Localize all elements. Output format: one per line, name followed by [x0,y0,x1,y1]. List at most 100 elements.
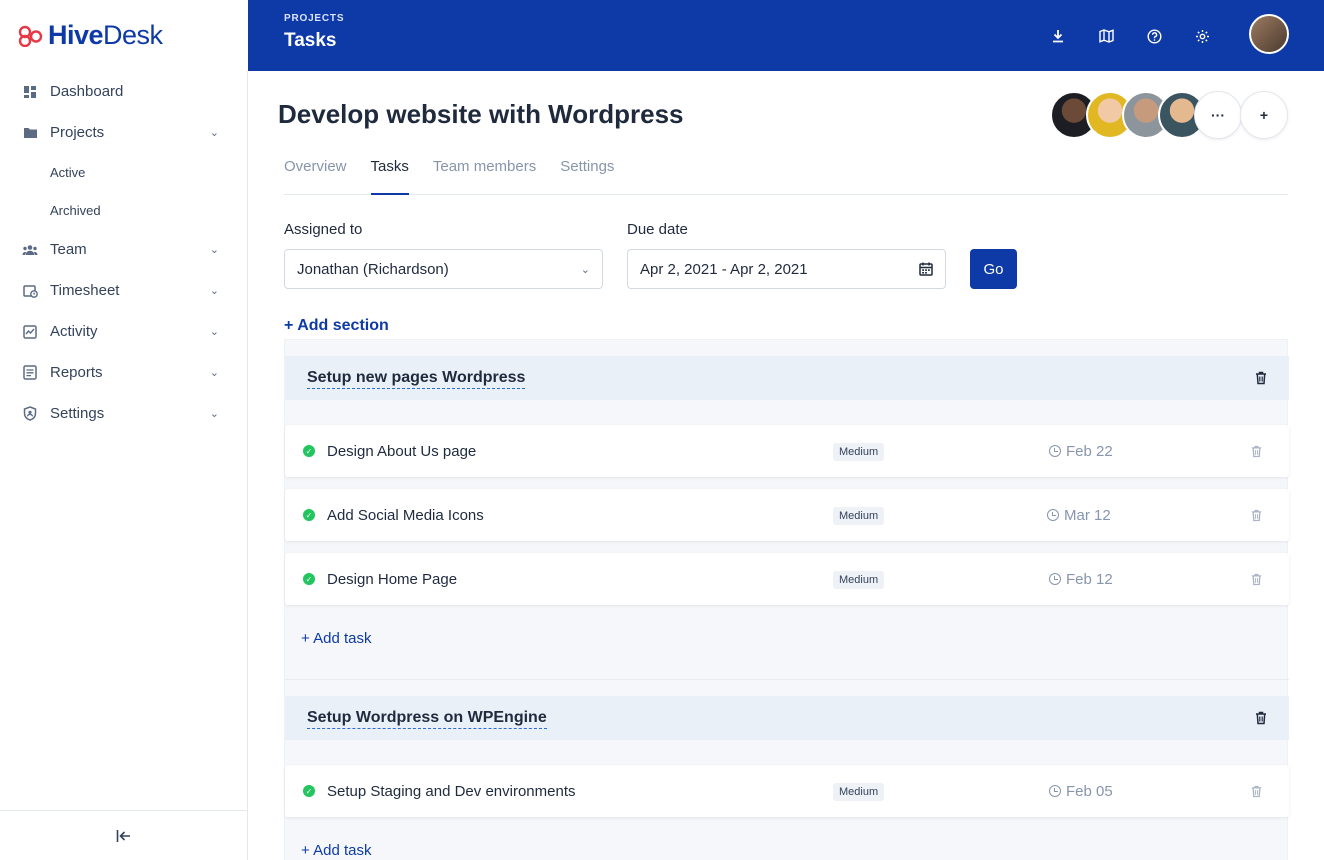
dashboard-icon [22,84,38,100]
main-content: Develop website with Wordpress ··· + Ove… [248,71,1324,860]
clock-icon [1047,509,1059,521]
due-date-label: Due date [627,221,688,238]
page-heading: PROJECTS Tasks [284,13,344,52]
chevron-down-icon[interactable]: ⌄ [210,407,219,420]
activity-icon [22,324,38,340]
priority-badge: Medium [833,783,885,801]
task-due-date: Mar 12 [1047,507,1111,524]
sidebar-item-settings[interactable]: Settings ⌄ [0,393,247,434]
clock-icon [1049,573,1061,585]
trash-icon[interactable] [1251,785,1262,798]
task-due-date: Feb 12 [1049,571,1113,588]
check-circle-icon[interactable]: ✓ [303,445,315,457]
check-circle-icon[interactable]: ✓ [303,573,315,585]
sidebar-item-label: Dashboard [50,83,124,100]
task-row[interactable]: ✓ Setup Staging and Dev environments Med… [285,765,1289,817]
add-member-button[interactable]: + [1240,91,1288,139]
trash-icon[interactable] [1251,573,1262,586]
section-divider [285,679,1289,680]
sidebar-item-label: Activity [50,323,98,340]
help-icon[interactable] [1142,24,1166,48]
task-due-date: Feb 22 [1049,443,1113,460]
section-header: Setup Wordpress on WPEngine [285,696,1289,740]
user-avatar[interactable] [1249,14,1289,54]
chevron-down-icon[interactable]: ⌄ [210,325,219,338]
section-name[interactable]: Setup Wordpress on WPEngine [307,709,1255,729]
chevron-down-icon[interactable]: ⌄ [210,243,219,256]
member-avatars: ··· + [1050,91,1288,139]
page-kicker: PROJECTS [284,13,345,24]
check-circle-icon[interactable]: ✓ [303,785,315,797]
folder-icon [22,125,38,141]
project-tabs: Overview Tasks Team members Settings [284,154,1288,195]
sidebar-item-activity[interactable]: Activity ⌄ [0,311,247,352]
sidebar-item-label: Projects [50,124,105,141]
add-task-button[interactable]: + Add task [301,842,371,859]
add-section-button[interactable]: + Add section [284,317,389,335]
task-row[interactable]: ✓ Design About Us page Medium Feb 22 [285,425,1289,477]
priority-badge: Medium [833,443,885,461]
more-members-button[interactable]: ··· [1194,91,1242,139]
sidebar-subitem-archived[interactable]: Archived [0,191,247,229]
chevron-down-icon[interactable]: ⌄ [210,126,219,139]
sidebar-item-label: Timesheet [50,282,120,299]
sidebar-item-team[interactable]: Team ⌄ [0,229,247,270]
trash-icon[interactable] [1255,371,1267,385]
task-row[interactable]: ✓ Add Social Media Icons Medium Mar 12 [285,489,1289,541]
go-button[interactable]: Go [970,249,1017,289]
sidebar-item-dashboard[interactable]: Dashboard [0,71,247,112]
check-circle-icon[interactable]: ✓ [303,509,315,521]
sidebar-item-projects[interactable]: Projects ⌄ [0,112,247,153]
task-name: Design About Us page [327,442,477,460]
task-board: Setup new pages Wordpress ✓ Design About… [284,339,1289,860]
timesheet-icon [22,283,38,299]
collapse-icon [116,829,130,842]
section-header: Setup new pages Wordpress [285,356,1289,400]
due-date-input[interactable]: Apr 2, 2021 - Apr 2, 2021 [627,249,946,289]
clock-icon [1049,445,1061,457]
task-name: Add Social Media Icons [327,506,484,524]
sidebar-item-label: Reports [50,364,103,381]
sidebar: Dashboard Projects ⌄ Active Archived Tea… [0,71,248,860]
assigned-to-label: Assigned to [284,221,363,238]
due-date-value: Apr 2, 2021 - Apr 2, 2021 [640,260,808,278]
assigned-to-value: Jonathan (Richardson) [297,260,449,278]
priority-badge: Medium [833,507,885,525]
tab-overview[interactable]: Overview [284,154,347,195]
tab-tasks[interactable]: Tasks [370,154,409,195]
reports-icon [22,365,38,381]
chevron-down-icon[interactable]: ⌄ [210,366,219,379]
download-icon[interactable] [1046,24,1070,48]
calendar-icon[interactable] [919,262,933,276]
trash-icon[interactable] [1251,509,1262,522]
task-row[interactable]: ✓ Design Home Page Medium Feb 12 [285,553,1289,605]
task-name: Setup Staging and Dev environments [327,782,576,800]
sidebar-item-timesheet[interactable]: Timesheet ⌄ [0,270,247,311]
sidebar-subitem-active[interactable]: Active [0,153,247,191]
sidebar-item-reports[interactable]: Reports ⌄ [0,352,247,393]
task-name: Design Home Page [327,570,458,588]
priority-badge: Medium [833,571,885,589]
chevron-down-icon: ⌄ [580,263,590,276]
collapse-sidebar-button[interactable] [0,810,247,860]
project-title: Develop website with Wordpress [278,99,684,129]
chevron-down-icon[interactable]: ⌄ [210,284,219,297]
gear-icon[interactable] [1190,24,1214,48]
task-due-date: Feb 05 [1049,783,1113,800]
tab-team-members[interactable]: Team members [433,154,536,195]
trash-icon[interactable] [1255,711,1267,725]
map-icon[interactable] [1094,24,1118,48]
tab-settings[interactable]: Settings [560,154,614,195]
brand-name: HiveDesk [48,20,163,50]
add-task-button[interactable]: + Add task [301,630,371,647]
brand-logo[interactable]: HiveDesk [0,0,248,71]
hive-logo-icon [18,25,43,47]
top-actions [1046,24,1214,48]
shield-icon [22,406,38,422]
assigned-to-select[interactable]: Jonathan (Richardson) ⌄ [284,249,603,289]
clock-icon [1049,785,1061,797]
section-name[interactable]: Setup new pages Wordpress [307,369,1255,389]
sidebar-item-label: Team [50,241,87,258]
trash-icon[interactable] [1251,445,1262,458]
page-title: Tasks [284,30,337,51]
